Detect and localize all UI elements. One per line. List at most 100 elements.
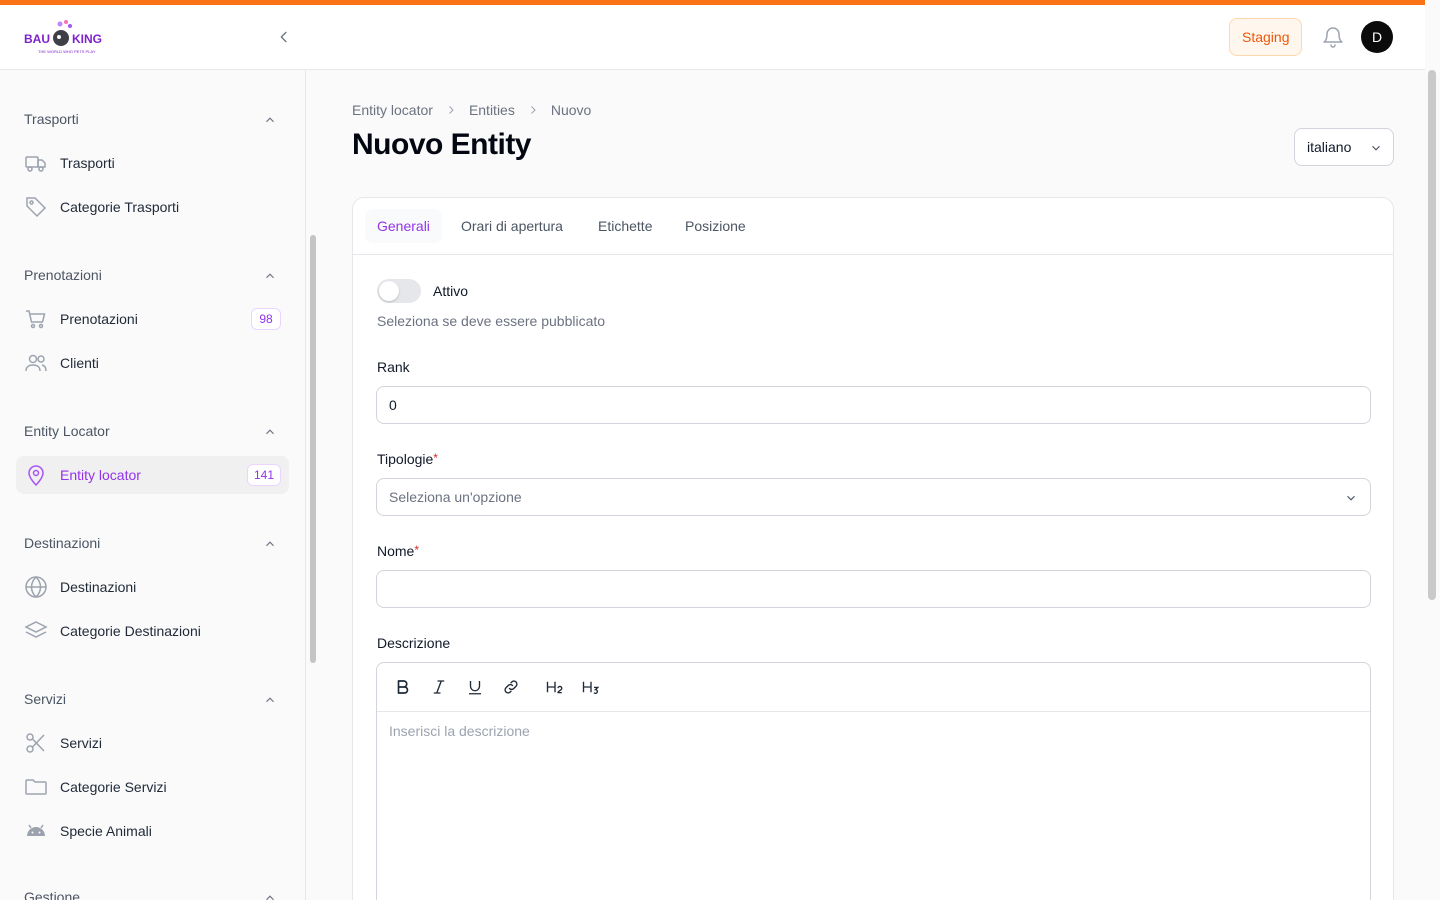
language-value: italiano (1307, 139, 1352, 155)
tab-posizione[interactable]: Posizione (673, 209, 758, 243)
active-toggle[interactable] (377, 279, 421, 303)
tab-generali[interactable]: Generali (365, 209, 442, 243)
rank-input[interactable]: 0 (376, 386, 1371, 424)
svg-text:KING: KING (72, 32, 102, 46)
chevron-up-icon[interactable] (263, 113, 277, 127)
tag-icon (26, 197, 47, 218)
underline-button[interactable] (464, 676, 486, 698)
android-icon (27, 824, 45, 836)
tab-etichette[interactable]: Etichette (586, 209, 664, 243)
app-logo[interactable]: BAU KING THE WORLD WHO PETS PLAY (24, 18, 106, 58)
descrizione-label: Descrizione (377, 635, 451, 651)
required-mark: * (433, 451, 438, 465)
notifications-button[interactable] (1321, 25, 1345, 49)
breadcrumb-item[interactable]: Entity locator (352, 102, 433, 118)
sidebar-group-servizi[interactable]: Servizi (24, 691, 66, 707)
sidebar-group-trasporti[interactable]: Trasporti (24, 111, 79, 127)
page-title: Nuovo Entity (352, 128, 532, 161)
link-icon (504, 680, 518, 694)
nome-input[interactable] (376, 570, 1371, 608)
breadcrumb: Entity locator Entities Nuovo (352, 102, 591, 118)
chevron-up-icon[interactable] (263, 891, 277, 900)
sidebar-item-categorie-destinazioni[interactable]: Categorie Destinazioni (16, 612, 289, 650)
svg-text:BAU: BAU (24, 32, 50, 46)
sidebar: Trasporti Trasporti Categorie Trasporti … (0, 70, 306, 900)
chevron-up-icon[interactable] (263, 425, 277, 439)
rank-label: Rank (377, 359, 410, 375)
active-label: Attivo (433, 283, 469, 299)
heading2-button[interactable] (544, 676, 566, 698)
active-help-text: Seleziona se deve essere pubblicato (377, 313, 606, 329)
sidebar-item-entity-locator[interactable]: Entity locator 141 (16, 456, 289, 494)
descrizione-editor[interactable]: Inserisci la descrizione (376, 662, 1371, 900)
map-pin-icon (28, 465, 44, 487)
nome-label-text: Nome (377, 543, 415, 559)
sidebar-item-label: Clienti (60, 355, 99, 371)
sidebar-group-prenotazioni[interactable]: Prenotazioni (24, 267, 102, 283)
toggle-knob (379, 281, 399, 301)
heading3-button[interactable] (580, 676, 602, 698)
collapse-sidebar-button[interactable] (272, 25, 296, 49)
main-content: Entity locator Entities Nuovo Nuovo Enti… (320, 70, 1425, 900)
truck-icon (25, 156, 46, 172)
tipologie-select[interactable]: Seleziona un'opzione (376, 478, 1371, 516)
sidebar-scrollbar[interactable] (310, 235, 316, 663)
tipologie-label-text: Tipologie (377, 451, 434, 467)
tipologie-placeholder: Seleziona un'opzione (389, 489, 522, 505)
sidebar-item-specie-animali[interactable]: Specie Animali (16, 812, 289, 850)
language-select[interactable]: italiano (1294, 128, 1394, 166)
breadcrumb-item: Nuovo (550, 102, 592, 118)
form-card: Generali Orari di apertura Etichette Pos… (352, 197, 1394, 900)
staging-badge[interactable]: Staging (1229, 18, 1303, 56)
heading3-icon (582, 681, 600, 694)
nome-label: Nome* (377, 543, 419, 559)
bell-icon (1323, 27, 1343, 48)
count-badge: 141 (246, 464, 281, 486)
chevron-up-icon[interactable] (263, 693, 277, 707)
layers-icon (24, 621, 48, 638)
svg-text:THE WORLD WHO PETS PLAY: THE WORLD WHO PETS PLAY (38, 49, 96, 54)
rank-value: 0 (389, 397, 397, 413)
sidebar-item-label: Categorie Trasporti (60, 199, 180, 215)
sidebar-item-prenotazioni[interactable]: Prenotazioni 98 (16, 300, 289, 338)
globe-icon (25, 575, 47, 599)
user-avatar[interactable]: D (1361, 21, 1393, 53)
required-mark: * (414, 543, 420, 557)
sidebar-group-gestione[interactable]: Gestione (24, 889, 80, 900)
chevron-left-icon (280, 31, 287, 43)
sidebar-group-entity-locator[interactable]: Entity Locator (24, 423, 110, 439)
chevron-up-icon[interactable] (263, 269, 277, 283)
underline-icon (469, 681, 481, 695)
tab-bar: Generali Orari di apertura Etichette Pos… (353, 198, 1393, 255)
sidebar-group-destinazioni[interactable]: Destinazioni (24, 535, 100, 551)
italic-icon (433, 680, 445, 694)
chevron-down-icon (1372, 145, 1380, 151)
sidebar-item-categorie-trasporti[interactable]: Categorie Trasporti (16, 188, 289, 226)
chevron-down-icon (1347, 495, 1355, 501)
sidebar-item-label: Entity locator (60, 467, 141, 483)
sidebar-item-destinazioni[interactable]: Destinazioni (16, 568, 289, 606)
count-badge: 98 (251, 308, 281, 330)
sidebar-item-label: Categorie Destinazioni (60, 623, 201, 639)
sidebar-item-label: Trasporti (60, 155, 115, 171)
sidebar-item-categorie-servizi[interactable]: Categorie Servizi (16, 768, 289, 806)
folder-icon (25, 779, 47, 795)
cart-icon (26, 310, 46, 329)
bold-button[interactable] (392, 676, 414, 698)
sidebar-item-label: Destinazioni (60, 579, 137, 595)
tipologie-label: Tipologie* (377, 451, 438, 467)
top-bar: BAU KING THE WORLD WHO PETS PLAY Staging… (0, 5, 1425, 70)
chevron-up-icon[interactable] (263, 537, 277, 551)
chevron-right-icon (449, 106, 454, 114)
page-scrollbar[interactable] (1428, 70, 1436, 600)
editor-toolbar (377, 663, 1370, 712)
sidebar-item-trasporti[interactable]: Trasporti (16, 144, 289, 182)
link-button[interactable] (500, 676, 522, 698)
sidebar-item-label: Specie Animali (60, 823, 152, 839)
sidebar-item-servizi[interactable]: Servizi (16, 724, 289, 762)
tab-orari-di-apertura[interactable]: Orari di apertura (449, 209, 575, 243)
breadcrumb-item[interactable]: Entities (469, 102, 515, 118)
sidebar-item-clienti[interactable]: Clienti (16, 344, 289, 382)
bold-icon (397, 680, 409, 694)
italic-button[interactable] (428, 676, 450, 698)
